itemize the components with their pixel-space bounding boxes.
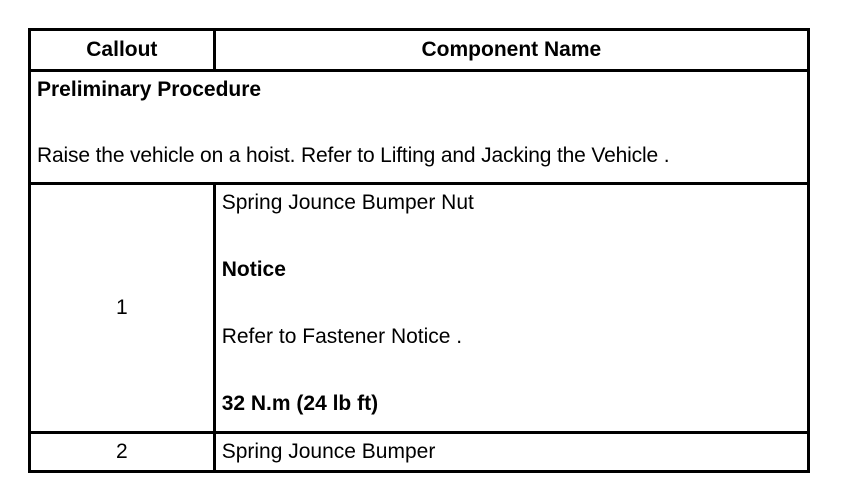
component-name-cell: Spring Jounce Bumper Nut Notice Refer to… (212, 182, 811, 434)
component-name: Spring Jounce Bumper Nut (221, 191, 474, 214)
preliminary-procedure-cell: Preliminary Procedure Raise the vehicle … (28, 69, 810, 185)
table-row: 1 Spring Jounce Bumper Nut Notice Refer … (28, 182, 811, 434)
preliminary-procedure-title: Preliminary Procedure (37, 78, 262, 101)
component-name-header: Component Name (212, 28, 811, 72)
callout-number: 2 (28, 431, 216, 473)
table-row: 2 Spring Jounce Bumper (28, 431, 811, 473)
notice-label: Notice (221, 258, 286, 281)
component-name: Spring Jounce Bumper (212, 431, 811, 473)
callout-header: Callout (28, 28, 216, 72)
preliminary-procedure-text: Raise the vehicle on a hoist. Refer to L… (37, 144, 670, 167)
callout-number: 1 (28, 182, 216, 434)
torque-spec: 32 N.m (24 lb ft) (221, 392, 379, 415)
table-header-row: Callout Component Name (28, 28, 811, 72)
procedure-table: Callout Component Name Preliminary Proce… (28, 28, 811, 473)
notice-text: Refer to Fastener Notice . (221, 325, 463, 348)
preliminary-procedure-row: Preliminary Procedure Raise the vehicle … (28, 69, 810, 185)
